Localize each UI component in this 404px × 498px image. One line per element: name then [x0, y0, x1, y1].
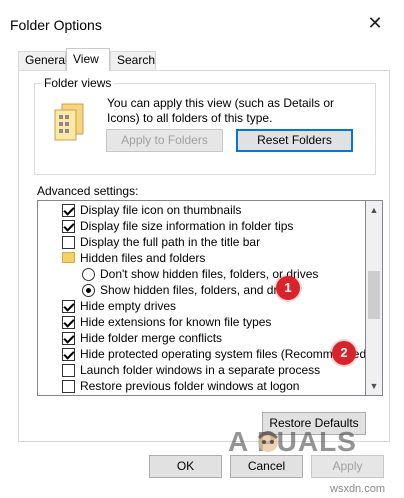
site-watermark: wsxdn.com — [330, 483, 386, 495]
scroll-thumb[interactable] — [368, 271, 380, 319]
folder-views-label: Folder views — [41, 76, 115, 90]
tab-view[interactable]: View — [66, 48, 110, 71]
apply-button[interactable]: Apply — [311, 455, 384, 478]
annotation-badge-2: 2 — [332, 341, 356, 365]
radio-selected[interactable] — [82, 284, 95, 297]
appuals-watermark: A PUALS — [228, 426, 357, 457]
scroll-up-icon[interactable]: ▲ — [366, 202, 382, 218]
annotation-badge-1: 1 — [276, 276, 300, 300]
checkbox-checked[interactable] — [62, 348, 75, 361]
checkbox-checked[interactable] — [62, 220, 75, 233]
close-icon[interactable]: ✕ — [364, 12, 386, 34]
checkbox-checked[interactable] — [62, 332, 75, 345]
mascot-logo-icon — [258, 431, 278, 452]
advanced-settings-label: Advanced settings: — [37, 184, 139, 198]
folder-view-icon — [54, 103, 84, 141]
tab-search[interactable]: Search — [110, 51, 156, 70]
checkbox-checked[interactable] — [62, 316, 75, 329]
checkbox-checked[interactable] — [62, 300, 75, 313]
vertical-scrollbar[interactable]: ▲ ▼ — [366, 200, 383, 396]
checkbox-unchecked[interactable] — [62, 236, 75, 249]
folder-views-description: You can apply this view (such as Details… — [107, 96, 335, 125]
checkbox-checked[interactable] — [62, 204, 75, 217]
folder-icon — [62, 252, 75, 263]
checkbox-unchecked[interactable] — [62, 364, 75, 377]
folder-views-group: Folder views You can apply this view (su… — [34, 76, 376, 175]
window-title: Folder Options — [10, 17, 102, 33]
radio-unselected[interactable] — [82, 268, 95, 281]
folder-options-dialog: Folder Options ✕ General View Search Fol… — [0, 0, 404, 498]
advanced-settings-list[interactable]: Display file icon on thumbnails Display … — [37, 200, 366, 396]
cancel-button[interactable]: Cancel — [230, 455, 303, 478]
reset-folders-button[interactable]: Reset Folders — [236, 129, 353, 152]
ok-button[interactable]: OK — [149, 455, 222, 478]
apply-to-folders-button[interactable]: Apply to Folders — [106, 129, 223, 152]
checkbox-unchecked[interactable] — [62, 380, 75, 393]
scroll-down-icon[interactable]: ▼ — [366, 378, 382, 394]
view-tab-panel: Folder views You can apply this view (su… — [18, 70, 390, 442]
tab-general[interactable]: General — [18, 51, 68, 70]
